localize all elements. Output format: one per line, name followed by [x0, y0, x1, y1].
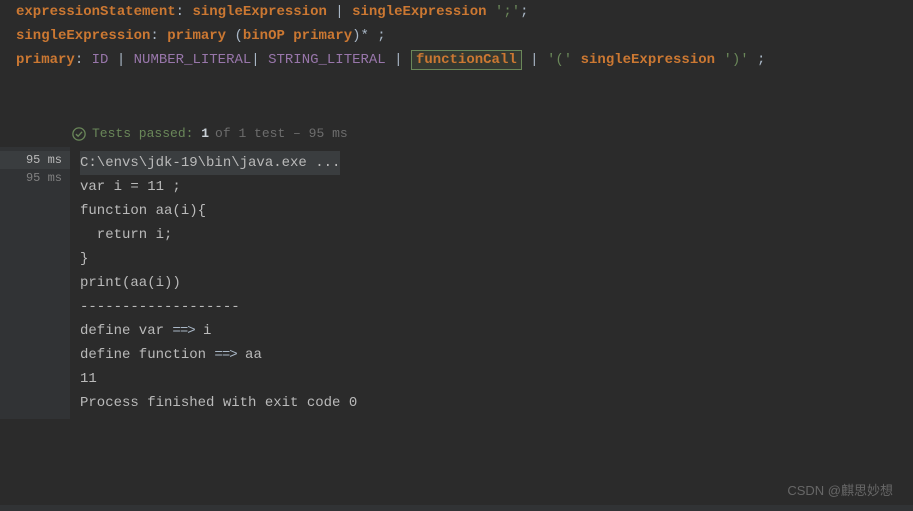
grammar-line-1[interactable]: expressionStatement: singleExpression | … [16, 0, 897, 24]
console-line: Process finished with exit code 0 [80, 391, 903, 415]
console-line: function aa(i){ [80, 199, 903, 223]
console-line: return i; [80, 223, 903, 247]
console-line: define function ==> aa [80, 343, 903, 367]
rhs-token: singleExpression [192, 4, 326, 20]
token-number: NUMBER_LITERAL [134, 52, 252, 68]
string-literal: '(' [547, 52, 572, 68]
grammar-line-2[interactable]: singleExpression: primary (binOP primary… [16, 24, 897, 48]
horizontal-scrollbar[interactable] [0, 505, 913, 511]
string-literal: ';' [495, 4, 520, 20]
token-string: STRING_LITERAL [268, 52, 386, 68]
console-line: print(aa(i)) [80, 271, 903, 295]
tests-passed-count: 1 [201, 126, 209, 141]
check-circle-icon [72, 127, 86, 141]
gutter-item[interactable]: 95 ms [0, 169, 70, 187]
pipe: | [251, 52, 268, 68]
string-literal: ')' [723, 52, 748, 68]
pipe: | [335, 4, 352, 20]
console-line: } [80, 247, 903, 271]
rhs-token: primary [293, 28, 352, 44]
grammar-line-3[interactable]: primary: ID | NUMBER_LITERAL| STRING_LIT… [16, 48, 897, 72]
tests-extra: of 1 test – 95 ms [215, 126, 348, 141]
semi: ; [520, 4, 528, 20]
token-id: ID [92, 52, 109, 68]
colon: : [75, 52, 92, 68]
test-status-bar: Tests passed: 1 of 1 test – 95 ms [0, 120, 913, 147]
watermark: CSDN @麒思妙想 [787, 480, 893, 499]
rhs-token: singleExpression [352, 4, 486, 20]
rule-name: primary [16, 52, 75, 68]
function-call-highlight[interactable]: functionCall [411, 50, 522, 70]
define-var-text: define var [80, 323, 172, 339]
console-output[interactable]: C:\envs\jdk-19\bin\java.exe ... var i = … [70, 147, 913, 419]
grammar-editor[interactable]: expressionStatement: singleExpression | … [0, 0, 913, 72]
rhs-token: primary [167, 28, 226, 44]
semi: ; [369, 28, 386, 44]
rule-name: singleExpression [16, 28, 150, 44]
rhs-token: singleExpression [581, 52, 715, 68]
tests-passed-label: Tests passed: 1 [92, 126, 209, 141]
command-line: C:\envs\jdk-19\bin\java.exe ... [80, 151, 340, 175]
console-line: var i = 11 ; [80, 175, 903, 199]
output-area: 95 ms 95 ms C:\envs\jdk-19\bin\java.exe … [0, 147, 913, 419]
console-line: define var ==> i [80, 319, 903, 343]
arrow-icon: ==> [172, 323, 194, 339]
gutter-total[interactable]: 95 ms [0, 151, 70, 169]
rparen-star: )* [352, 28, 369, 44]
semi: ; [749, 52, 766, 68]
pipe: | [530, 52, 547, 68]
define-func-text: define function [80, 347, 214, 363]
define-var-name: i [195, 323, 212, 339]
colon: : [150, 28, 167, 44]
console-line: ------------------- [80, 295, 903, 319]
tests-passed-text: Tests passed: [92, 126, 193, 141]
define-func-name: aa [237, 347, 262, 363]
pipe: | [117, 52, 134, 68]
colon: : [176, 4, 193, 20]
console-line: 11 [80, 367, 903, 391]
rule-name: expressionStatement [16, 4, 176, 20]
rhs-token: binOP [243, 28, 285, 44]
test-gutter[interactable]: 95 ms 95 ms [0, 147, 70, 419]
arrow-icon: ==> [214, 347, 236, 363]
pipe: | [394, 52, 411, 68]
lparen: ( [234, 28, 242, 44]
